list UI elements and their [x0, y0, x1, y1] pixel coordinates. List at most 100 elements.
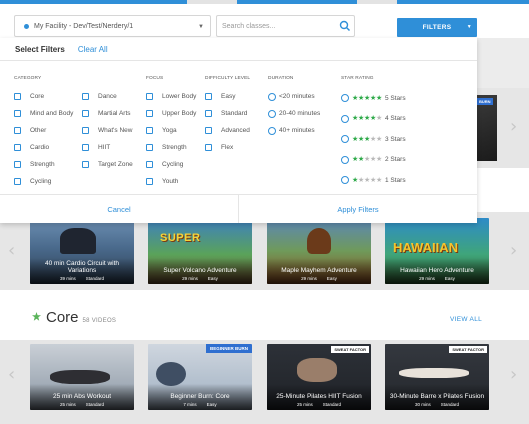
- difficulty-header: DIFFICULTY LEVEL: [205, 76, 251, 81]
- category-option[interactable]: Martial Arts: [82, 105, 133, 122]
- focus-header: FOCUS: [146, 76, 164, 81]
- radio-button[interactable]: [341, 155, 349, 164]
- star-rating-option[interactable]: ★ ★ ★ ★ ★ 3 Stars: [341, 129, 406, 150]
- video-thumbnail[interactable]: BURN: [477, 95, 497, 161]
- checkbox[interactable]: [14, 110, 21, 117]
- chevron-right-icon[interactable]: ›: [510, 366, 517, 384]
- video-thumbnail[interactable]: Maple Mayhem Adventure 29 mins Easy: [267, 218, 371, 284]
- checkbox[interactable]: [146, 144, 153, 151]
- search-input[interactable]: Search classes...: [216, 15, 355, 37]
- radio-button[interactable]: [341, 94, 349, 103]
- core-icon: [32, 312, 41, 321]
- clear-all-link[interactable]: Clear All: [78, 45, 108, 54]
- search-icon[interactable]: [339, 20, 351, 32]
- checkbox[interactable]: [205, 93, 212, 100]
- filter-panel-title: Select Filters: [15, 44, 65, 54]
- video-title: 25-Minute Pilates HIIT Fusion: [276, 393, 362, 400]
- video-duration: 39 mins: [59, 276, 76, 281]
- star-rating-option[interactable]: ★ ★ ★ ★ ★ 4 Stars: [341, 109, 406, 130]
- checkbox[interactable]: [146, 110, 153, 117]
- video-level: Easy: [206, 402, 217, 407]
- chevron-down-icon: ▼: [198, 24, 204, 30]
- video-thumbnail[interactable]: 25 min Abs Workout 25 mins Standard: [30, 344, 134, 410]
- checkbox[interactable]: [82, 161, 89, 168]
- radio-button[interactable]: [268, 109, 276, 118]
- chevron-right-icon[interactable]: ›: [510, 118, 517, 136]
- difficulty-option[interactable]: Flex: [205, 139, 250, 156]
- option-label: Standard: [221, 110, 248, 117]
- focus-option[interactable]: Upper Body: [146, 105, 196, 122]
- duration-option[interactable]: 40+ minutes: [268, 122, 320, 139]
- option-label: Mind and Body: [30, 110, 74, 117]
- apply-filters-button[interactable]: Apply Filters: [239, 195, 477, 223]
- filters-button[interactable]: FILTERS ▼: [397, 18, 477, 37]
- category-option[interactable]: Mind and Body: [14, 105, 73, 122]
- radio-button[interactable]: [268, 92, 276, 101]
- category-option[interactable]: Dance: [82, 88, 133, 105]
- option-label: Cycling: [30, 178, 52, 185]
- radio-button[interactable]: [268, 126, 276, 135]
- checkbox[interactable]: [205, 127, 212, 134]
- difficulty-option[interactable]: Standard: [205, 105, 250, 122]
- checkbox[interactable]: [14, 127, 21, 134]
- radio-button[interactable]: [341, 176, 349, 185]
- program-badge: BEGINNER BURN: [205, 344, 252, 354]
- option-label: Lower Body: [162, 93, 197, 100]
- difficulty-option[interactable]: Advanced: [205, 122, 250, 139]
- category-option[interactable]: Cardio: [14, 139, 73, 156]
- chevron-left-icon[interactable]: ‹: [8, 366, 15, 384]
- duration-option[interactable]: 20-40 minutes: [268, 105, 320, 122]
- category-option[interactable]: Target Zone: [82, 156, 133, 173]
- category-option[interactable]: Strength: [14, 156, 73, 173]
- facility-select[interactable]: My Facility - Dev/Test/Nerdery/1 ▼: [14, 15, 211, 37]
- video-title: Super Volcano Adventure: [163, 267, 237, 274]
- video-thumbnail[interactable]: SWEAT FACTOR 30-Minute Barre x Pilates F…: [385, 344, 489, 410]
- checkbox[interactable]: [146, 127, 153, 134]
- checkbox[interactable]: [14, 161, 21, 168]
- checkbox[interactable]: [82, 144, 89, 151]
- chevron-right-icon[interactable]: ›: [510, 242, 517, 260]
- category-option[interactable]: Other: [14, 122, 73, 139]
- category-option[interactable]: Cycling: [14, 173, 73, 190]
- checkbox[interactable]: [205, 110, 212, 117]
- star-rating-option[interactable]: ★ ★ ★ ★ ★ 2 Stars: [341, 150, 406, 171]
- radio-button[interactable]: [341, 114, 349, 123]
- focus-option[interactable]: Yoga: [146, 122, 196, 139]
- focus-option[interactable]: Cycling: [146, 156, 196, 173]
- video-duration: 29 mins: [419, 276, 435, 281]
- radio-button[interactable]: [341, 135, 349, 144]
- program-badge: SWEAT FACTOR: [331, 346, 369, 353]
- chevron-left-icon[interactable]: ‹: [8, 242, 15, 260]
- option-label: Advanced: [221, 127, 250, 134]
- checkbox[interactable]: [14, 178, 21, 185]
- option-label: Cardio: [30, 144, 50, 151]
- category-option[interactable]: HIIT: [82, 139, 133, 156]
- category-option[interactable]: What's New: [82, 122, 133, 139]
- checkbox[interactable]: [146, 178, 153, 185]
- checkbox[interactable]: [14, 93, 21, 100]
- cancel-button[interactable]: Cancel: [0, 195, 239, 223]
- view-all-link[interactable]: VIEW ALL: [450, 316, 482, 323]
- focus-option[interactable]: Strength: [146, 139, 196, 156]
- option-label: Flex: [221, 144, 234, 151]
- video-thumbnail[interactable]: 40 min Cardio Circuit with Variations 39…: [30, 218, 134, 284]
- category-option[interactable]: Core: [14, 88, 73, 105]
- star-rating-option[interactable]: ★ ★ ★ ★ ★ 5 Stars: [341, 88, 406, 109]
- focus-option[interactable]: Lower Body: [146, 88, 196, 105]
- star-rating-option[interactable]: ★ ★ ★ ★ ★ 1 Stars: [341, 170, 406, 191]
- checkbox[interactable]: [146, 93, 153, 100]
- video-thumbnail[interactable]: BEGINNER BURN Beginner Burn: Core 7 mins…: [148, 344, 252, 410]
- checkbox[interactable]: [82, 110, 89, 117]
- video-thumbnail[interactable]: SWEAT FACTOR 25-Minute Pilates HIIT Fusi…: [267, 344, 371, 410]
- checkbox[interactable]: [205, 144, 212, 151]
- video-thumbnail[interactable]: HAWAIIAN Hawaiian Hero Adventure 29 mins…: [385, 218, 489, 284]
- facility-value: My Facility - Dev/Test/Nerdery/1: [34, 22, 134, 30]
- checkbox[interactable]: [82, 127, 89, 134]
- difficulty-option[interactable]: Easy: [205, 88, 250, 105]
- checkbox[interactable]: [82, 93, 89, 100]
- video-thumbnail[interactable]: SUPER Super Volcano Adventure 29 mins Ea…: [148, 218, 252, 284]
- checkbox[interactable]: [146, 161, 153, 168]
- duration-option[interactable]: <20 minutes: [268, 88, 320, 105]
- checkbox[interactable]: [14, 144, 21, 151]
- focus-option[interactable]: Youth: [146, 173, 196, 190]
